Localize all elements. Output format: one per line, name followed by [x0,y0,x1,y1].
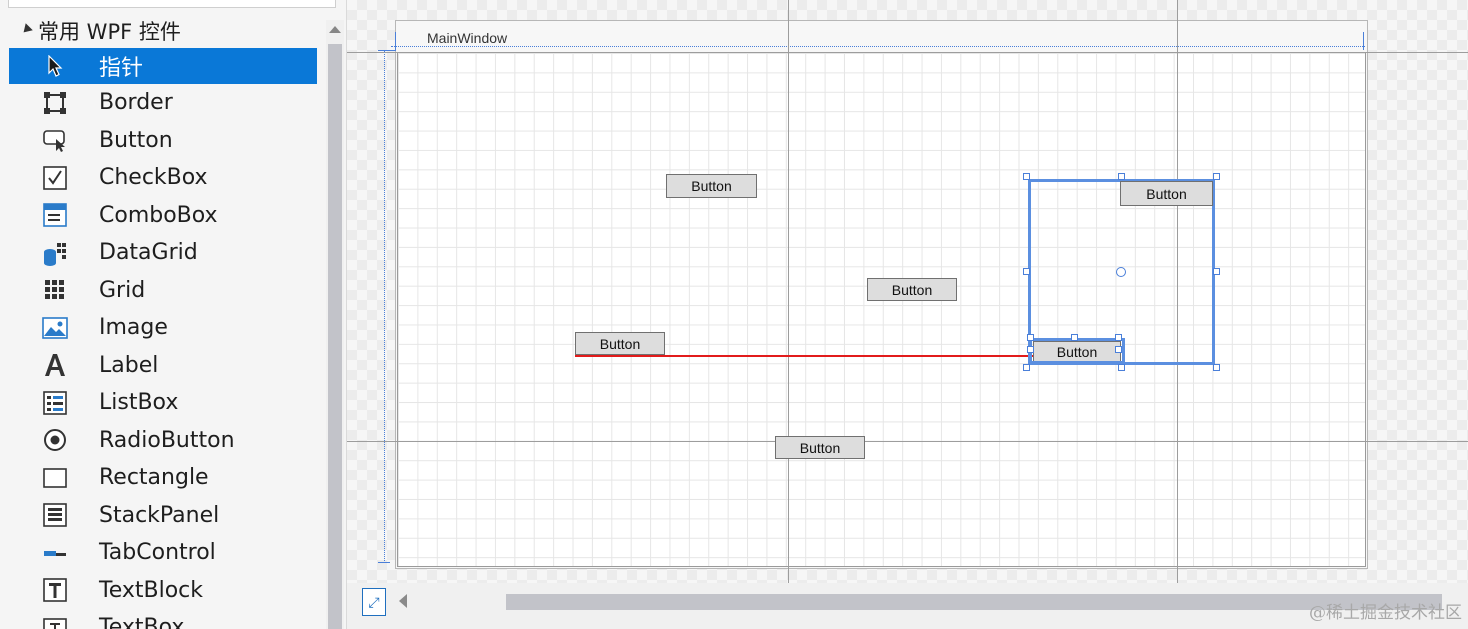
canvas-button[interactable]: Button [666,174,757,198]
toolbox-item-combobox[interactable]: ComboBox [9,197,317,235]
toolbox-item-listbox[interactable]: ListBox [9,384,317,422]
grid-line-vertical [788,0,789,629]
top-ruler-start-marker [395,32,396,50]
toolbox-item-label: Button [99,127,173,153]
toolbox-panel: 常用 WPF 控件 指针 Border Button CheckBox Comb… [0,0,347,629]
watermark-text: @稀土掘金技术社区 [1309,603,1462,623]
canvas-button[interactable]: Button [575,332,665,355]
combobox-icon [41,201,69,229]
textbox-icon [41,614,69,629]
resize-handle-top-left[interactable] [1023,173,1030,180]
toolbox-item-image[interactable]: Image [9,309,317,347]
inner-resize-handle[interactable] [1071,334,1078,341]
toolbox-item-rectangle[interactable]: Rectangle [9,459,317,497]
toolbox-group-header[interactable]: 常用 WPF 控件 [0,14,320,48]
toolbox-item-button[interactable]: Button [9,122,317,160]
pointer-icon [41,52,69,80]
toolbox-item-label-control[interactable]: Label [9,347,317,385]
canvas-button[interactable]: Button [775,436,865,459]
toolbox-item-stackpanel[interactable]: StackPanel [9,497,317,535]
canvas-button[interactable]: Button [867,278,957,301]
toolbox-item-label: 指针 [99,56,144,81]
inner-resize-handle[interactable] [1115,334,1122,341]
horizontal-scrollbar-thumb[interactable] [506,594,1442,610]
toolbox-item-label: DataGrid [99,240,198,266]
toolbox-item-label: StackPanel [99,502,220,528]
toolbox-item-label: Label [99,352,159,378]
resize-handle-left[interactable] [1023,268,1030,275]
collapse-triangle-icon[interactable] [20,23,33,36]
left-ruler-end-marker [378,562,390,563]
grid-icon [41,276,69,304]
toolbox-item-pointer[interactable]: 指针 [9,48,317,84]
radiobutton-icon [41,426,69,454]
toolbox-item-label: CheckBox [99,165,208,191]
resize-handle-top-right[interactable] [1213,173,1220,180]
resize-handle-top[interactable] [1118,173,1125,180]
resize-handle-bottom-left[interactable] [1023,364,1030,371]
grid-line-horizontal [347,52,1468,53]
rotation-center-icon[interactable] [1116,267,1126,277]
border-icon [41,89,69,117]
datagrid-icon [41,239,69,267]
resize-handle-bottom[interactable] [1118,364,1125,371]
toolbox-item-label: Grid [99,277,146,303]
toolbox-item-label: ComboBox [99,202,218,228]
listbox-icon [41,389,69,417]
toolbox-item-tabcontrol[interactable]: TabControl [9,534,317,572]
label-icon [41,351,69,379]
image-icon [41,314,69,342]
toolbox-item-label: RadioButton [99,427,235,453]
top-ruler-end-marker [1363,32,1364,50]
scroll-left-arrow-icon[interactable] [399,594,407,608]
inner-selection-outline [1029,338,1125,364]
left-ruler-start-marker [378,50,396,51]
xaml-designer-surface[interactable]: MainWindow Button Button Button Button B… [347,0,1468,629]
toolbox-item-label: TextBox [99,615,185,629]
toolbox-item-radiobutton[interactable]: RadioButton [9,422,317,460]
scrollbar-thumb[interactable] [328,44,342,629]
rectangle-icon [41,464,69,492]
toolbox-search-input[interactable] [8,0,336,8]
button-icon [41,126,69,154]
checkbox-icon [41,164,69,192]
top-ruler-guide [391,46,1365,47]
grid-line-horizontal [347,441,1468,442]
inner-resize-handle[interactable] [1115,346,1122,353]
toolbox-vertical-scrollbar[interactable] [326,20,344,629]
textblock-icon [41,576,69,604]
toolbox-item-datagrid[interactable]: DataGrid [9,234,317,272]
left-ruler-guide [384,51,385,563]
toolbox-item-label: TextBlock [99,577,203,603]
fit-to-window-icon[interactable]: ⤢ [362,588,386,616]
toolbox-group-title: 常用 WPF 控件 [38,20,181,44]
toolbox-item-label: TabControl [99,540,216,566]
toolbox-item-textbox[interactable]: TextBox [9,609,317,629]
toolbox-item-label: ListBox [99,390,179,416]
tabcontrol-icon [41,539,69,567]
toolbox-item-label: Image [99,315,168,341]
canvas-button[interactable]: Button [1120,181,1213,206]
toolbox-item-grid[interactable]: Grid [9,272,317,310]
toolbox-item-textblock[interactable]: TextBlock [9,572,317,610]
stackpanel-icon [41,501,69,529]
toolbox-item-list: 指针 Border Button CheckBox ComboBox DataG… [9,48,317,629]
inner-resize-handle[interactable] [1027,346,1034,353]
toolbox-item-label: Border [99,90,173,116]
resize-handle-right[interactable] [1213,268,1220,275]
resize-handle-bottom-right[interactable] [1213,364,1220,371]
window-title: MainWindow [425,30,510,46]
toolbox-item-checkbox[interactable]: CheckBox [9,159,317,197]
scroll-up-arrow-icon[interactable] [329,26,341,33]
toolbox-item-border[interactable]: Border [9,84,317,122]
toolbox-item-label: Rectangle [99,465,209,491]
inner-resize-handle[interactable] [1027,334,1034,341]
main-window-client-area[interactable] [397,52,1366,567]
